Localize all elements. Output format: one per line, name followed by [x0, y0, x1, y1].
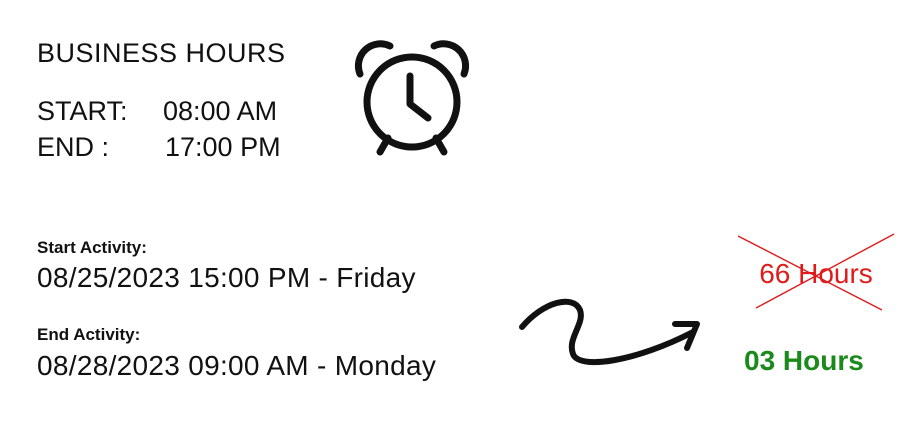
business-start-label: START: [37, 96, 128, 126]
business-end-row: END : 17:00 PM [37, 132, 281, 163]
curved-arrow-icon [519, 298, 700, 366]
crossed-out-result: 66 Hours [736, 232, 896, 312]
business-start-row: START: 08:00 AM [37, 96, 277, 127]
end-activity-value: 08/28/2023 09:00 AM - Monday [37, 350, 437, 381]
business-end-value: 17:00 PM [165, 132, 281, 162]
start-activity-value: 08/25/2023 15:00 PM - Friday [37, 262, 416, 293]
alarm-clock-icon [354, 40, 470, 156]
business-hours-title: BUSINESS HOURS [37, 38, 286, 68]
end-activity-label: End Activity: [37, 325, 141, 344]
cross-out-mark [737, 233, 895, 311]
start-activity-label: Start Activity: [37, 238, 147, 257]
business-end-label: END : [37, 132, 110, 162]
correct-hours: 03 Hours [744, 345, 864, 376]
business-start-value: 08:00 AM [163, 96, 278, 126]
